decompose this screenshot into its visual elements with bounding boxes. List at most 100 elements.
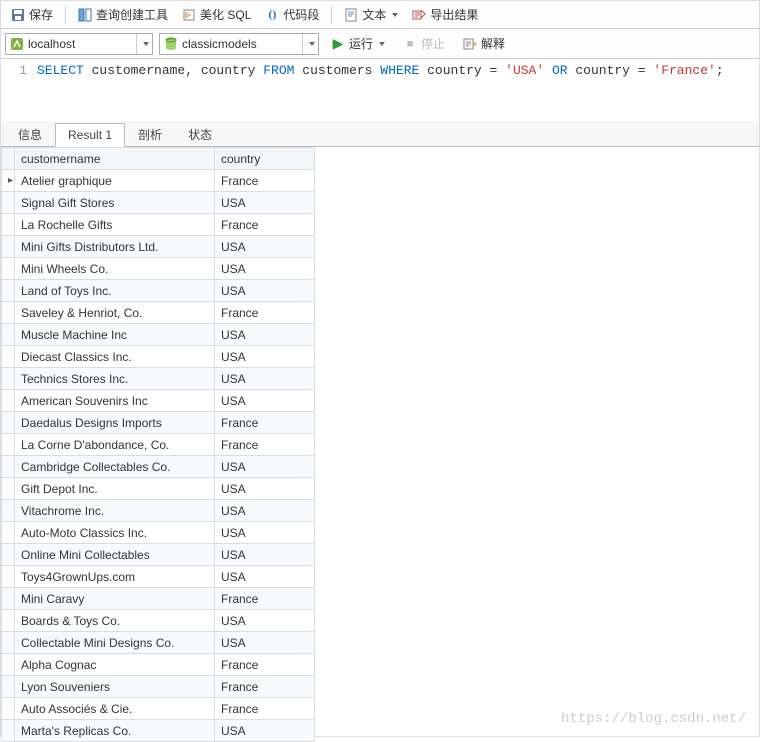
cell-customername[interactable]: Daedalus Designs Imports: [15, 412, 215, 434]
cell-country[interactable]: USA: [215, 456, 315, 478]
cell-customername[interactable]: Atelier graphique: [15, 170, 215, 192]
cell-country[interactable]: France: [215, 676, 315, 698]
table-row[interactable]: Saveley & Henriot, Co.France: [2, 302, 315, 324]
cell-customername[interactable]: Lyon Souveniers: [15, 676, 215, 698]
column-header-country[interactable]: country: [215, 148, 315, 170]
cell-customername[interactable]: Diecast Classics Inc.: [15, 346, 215, 368]
host-selector[interactable]: localhost: [5, 33, 153, 55]
database-selector[interactable]: classicmodels: [159, 33, 319, 55]
table-row[interactable]: Collectable Mini Designs Co.USA: [2, 632, 315, 654]
table-row[interactable]: Marta's Replicas Co.USA: [2, 720, 315, 742]
table-row[interactable]: Mini Wheels Co.USA: [2, 258, 315, 280]
cell-country[interactable]: USA: [215, 192, 315, 214]
cell-customername[interactable]: Technics Stores Inc.: [15, 368, 215, 390]
table-row[interactable]: Online Mini CollectablesUSA: [2, 544, 315, 566]
result-grid[interactable]: customername country ▸Atelier graphiqueF…: [1, 147, 315, 742]
cell-country[interactable]: USA: [215, 368, 315, 390]
cell-customername[interactable]: Saveley & Henriot, Co.: [15, 302, 215, 324]
table-row[interactable]: Cambridge Collectables Co.USA: [2, 456, 315, 478]
cell-customername[interactable]: La Rochelle Gifts: [15, 214, 215, 236]
snippet-button[interactable]: () 代码段: [259, 4, 325, 25]
cell-customername[interactable]: American Souvenirs Inc: [15, 390, 215, 412]
cell-country[interactable]: USA: [215, 522, 315, 544]
cell-country[interactable]: USA: [215, 236, 315, 258]
table-row[interactable]: Signal Gift StoresUSA: [2, 192, 315, 214]
save-button[interactable]: 保存: [5, 4, 59, 25]
cell-country[interactable]: France: [215, 214, 315, 236]
cell-country[interactable]: France: [215, 302, 315, 324]
cell-customername[interactable]: Gift Depot Inc.: [15, 478, 215, 500]
cell-customername[interactable]: Mini Caravy: [15, 588, 215, 610]
query-builder-button[interactable]: 查询创建工具: [72, 4, 174, 25]
host-dropdown-button[interactable]: [136, 34, 152, 54]
cell-country[interactable]: USA: [215, 346, 315, 368]
cell-country[interactable]: France: [215, 698, 315, 720]
cell-country[interactable]: USA: [215, 280, 315, 302]
cell-country[interactable]: USA: [215, 632, 315, 654]
column-header-customername[interactable]: customername: [15, 148, 215, 170]
table-row[interactable]: Land of Toys Inc.USA: [2, 280, 315, 302]
cell-customername[interactable]: La Corne D'abondance, Co.: [15, 434, 215, 456]
cell-country[interactable]: USA: [215, 390, 315, 412]
table-row[interactable]: Gift Depot Inc.USA: [2, 478, 315, 500]
stop-button[interactable]: ■ 停止: [397, 33, 451, 54]
cell-country[interactable]: USA: [215, 478, 315, 500]
table-row[interactable]: La Corne D'abondance, Co.France: [2, 434, 315, 456]
cell-customername[interactable]: Signal Gift Stores: [15, 192, 215, 214]
database-dropdown-button[interactable]: [302, 34, 318, 54]
cell-country[interactable]: USA: [215, 720, 315, 742]
beautify-button[interactable]: 美化 SQL: [176, 4, 257, 25]
cell-customername[interactable]: Vitachrome Inc.: [15, 500, 215, 522]
run-button[interactable]: ▶ 运行: [325, 33, 391, 54]
table-row[interactable]: Alpha CognacFrance: [2, 654, 315, 676]
sql-code[interactable]: SELECT customername, country FROM custom…: [37, 63, 759, 121]
cell-customername[interactable]: Boards & Toys Co.: [15, 610, 215, 632]
table-row[interactable]: Diecast Classics Inc.USA: [2, 346, 315, 368]
table-row[interactable]: Daedalus Designs ImportsFrance: [2, 412, 315, 434]
table-row[interactable]: Technics Stores Inc.USA: [2, 368, 315, 390]
table-row[interactable]: Auto Associés & Cie.France: [2, 698, 315, 720]
tab-info[interactable]: 信息: [5, 121, 55, 147]
cell-customername[interactable]: Auto Associés & Cie.: [15, 698, 215, 720]
cell-customername[interactable]: Muscle Machine Inc: [15, 324, 215, 346]
cell-country[interactable]: France: [215, 588, 315, 610]
table-row[interactable]: Muscle Machine IncUSA: [2, 324, 315, 346]
table-row[interactable]: ▸Atelier graphiqueFrance: [2, 170, 315, 192]
text-button[interactable]: 文本: [338, 4, 404, 25]
cell-country[interactable]: France: [215, 412, 315, 434]
cell-country[interactable]: France: [215, 654, 315, 676]
table-row[interactable]: Boards & Toys Co.USA: [2, 610, 315, 632]
table-row[interactable]: Toys4GrownUps.comUSA: [2, 566, 315, 588]
cell-customername[interactable]: Alpha Cognac: [15, 654, 215, 676]
cell-customername[interactable]: Mini Gifts Distributors Ltd.: [15, 236, 215, 258]
cell-customername[interactable]: Collectable Mini Designs Co.: [15, 632, 215, 654]
tab-result[interactable]: Result 1: [55, 123, 125, 147]
cell-customername[interactable]: Auto-Moto Classics Inc.: [15, 522, 215, 544]
cell-country[interactable]: France: [215, 170, 315, 192]
cell-country[interactable]: France: [215, 434, 315, 456]
table-row[interactable]: Mini Gifts Distributors Ltd.USA: [2, 236, 315, 258]
export-button[interactable]: 导出结果: [406, 4, 484, 25]
cell-customername[interactable]: Land of Toys Inc.: [15, 280, 215, 302]
table-row[interactable]: American Souvenirs IncUSA: [2, 390, 315, 412]
table-row[interactable]: Vitachrome Inc.USA: [2, 500, 315, 522]
table-row[interactable]: Mini CaravyFrance: [2, 588, 315, 610]
cell-customername[interactable]: Marta's Replicas Co.: [15, 720, 215, 742]
cell-country[interactable]: USA: [215, 610, 315, 632]
table-row[interactable]: La Rochelle GiftsFrance: [2, 214, 315, 236]
tab-status[interactable]: 状态: [175, 121, 225, 147]
cell-country[interactable]: USA: [215, 258, 315, 280]
tab-profile[interactable]: 剖析: [125, 121, 175, 147]
table-row[interactable]: Auto-Moto Classics Inc.USA: [2, 522, 315, 544]
cell-customername[interactable]: Mini Wheels Co.: [15, 258, 215, 280]
explain-button[interactable]: 解释: [457, 33, 511, 54]
cell-customername[interactable]: Online Mini Collectables: [15, 544, 215, 566]
cell-country[interactable]: USA: [215, 500, 315, 522]
cell-country[interactable]: USA: [215, 566, 315, 588]
cell-country[interactable]: USA: [215, 544, 315, 566]
cell-customername[interactable]: Cambridge Collectables Co.: [15, 456, 215, 478]
table-row[interactable]: Lyon SouveniersFrance: [2, 676, 315, 698]
cell-country[interactable]: USA: [215, 324, 315, 346]
cell-customername[interactable]: Toys4GrownUps.com: [15, 566, 215, 588]
sql-editor[interactable]: 1 SELECT customername, country FROM cust…: [1, 59, 759, 121]
